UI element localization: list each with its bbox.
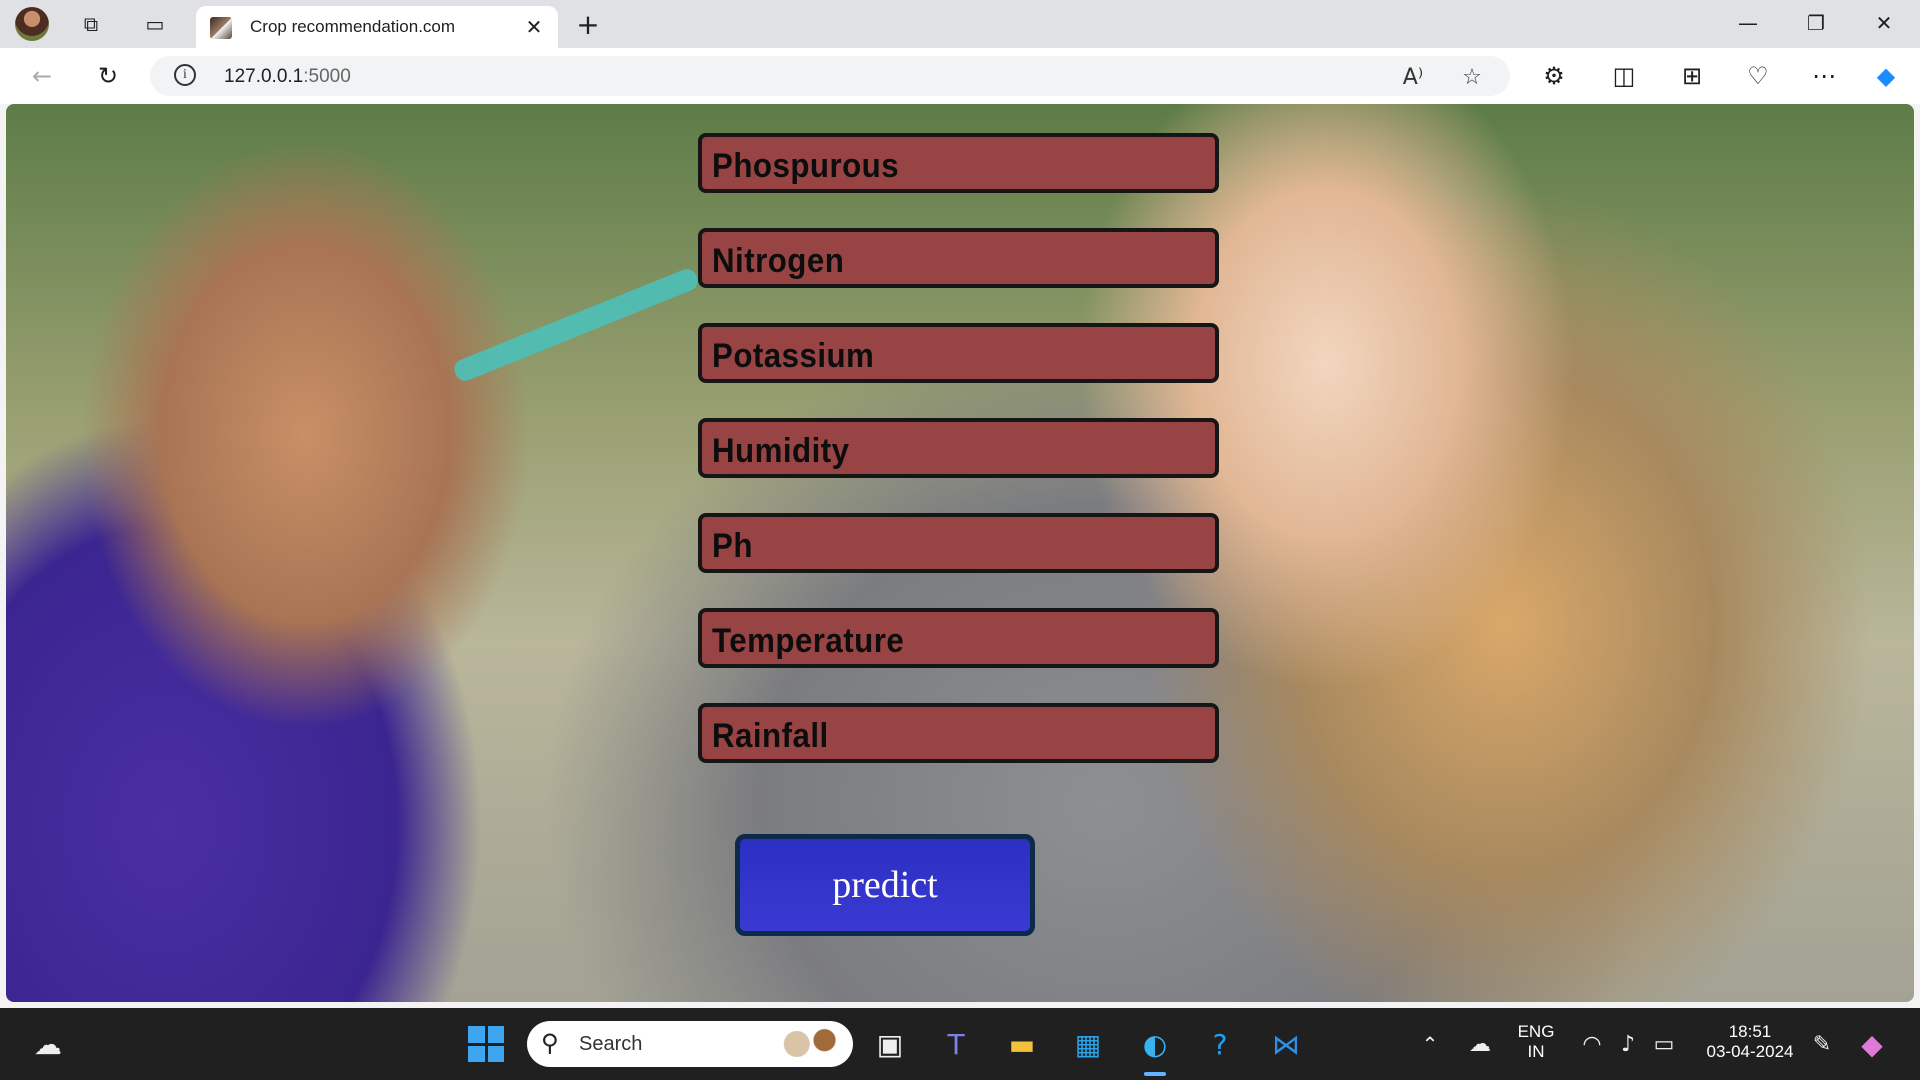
- task-view-icon[interactable]: ▣: [866, 1020, 914, 1068]
- edge-active-indicator: [1144, 1072, 1166, 1076]
- address-port: :5000: [303, 66, 351, 87]
- workspaces-icon[interactable]: ⧉: [74, 7, 108, 41]
- notifications-icon[interactable]: ✎: [1798, 1020, 1846, 1068]
- page-viewport: Phospurous Nitrogen Potassium Humidity P…: [6, 104, 1914, 1002]
- tab-close-icon[interactable]: ✕: [520, 13, 548, 41]
- close-window-button[interactable]: ✕: [1850, 0, 1918, 46]
- taskbar-search-label: Search: [579, 1033, 643, 1055]
- start-menu-icon[interactable]: [468, 1026, 504, 1062]
- collections-icon[interactable]: ⊞: [1674, 58, 1710, 94]
- search-highlight-image: [777, 1025, 843, 1063]
- onedrive-icon[interactable]: ☁: [1456, 1020, 1504, 1068]
- potassium-field[interactable]: Potassium: [698, 323, 1219, 383]
- browser-essentials-icon[interactable]: ♡: [1740, 58, 1776, 94]
- restore-button[interactable]: ❐: [1782, 0, 1850, 46]
- address-bar[interactable]: i 127.0.0.1:5000 A⁾ ☆: [150, 56, 1510, 96]
- site-info-icon[interactable]: i: [174, 64, 196, 86]
- address-host: 127.0.0.1: [224, 66, 304, 87]
- rainfall-label: Rainfall: [712, 717, 829, 755]
- tab-actions-icon[interactable]: ▭: [138, 7, 172, 41]
- settings-more-icon[interactable]: ⋯: [1806, 58, 1842, 94]
- rainfall-field[interactable]: Rainfall: [698, 703, 1219, 763]
- battery-icon[interactable]: ▭: [1640, 1020, 1688, 1068]
- edge-icon[interactable]: ◐: [1131, 1020, 1179, 1068]
- nitrogen-field[interactable]: Nitrogen: [698, 228, 1219, 288]
- background-photo-detail: [451, 266, 701, 384]
- weather-widget-icon[interactable]: ☁: [24, 1020, 72, 1068]
- show-hidden-icons-chevron-icon[interactable]: ⌃: [1406, 1020, 1454, 1068]
- copilot-pre-icon[interactable]: ◆: [1848, 1020, 1896, 1068]
- help-icon[interactable]: ?: [1196, 1020, 1244, 1068]
- file-explorer-icon[interactable]: ▬: [998, 1020, 1046, 1068]
- taskbar-search-box[interactable]: ⚲ Search: [527, 1021, 853, 1067]
- minimize-button[interactable]: —: [1714, 0, 1782, 46]
- tab-title: Crop recommendation.com: [250, 17, 456, 36]
- temperature-field[interactable]: Temperature: [698, 608, 1219, 668]
- ph-field[interactable]: Ph: [698, 513, 1219, 573]
- language-region: IN: [1527, 1042, 1545, 1061]
- refresh-icon[interactable]: ↻: [90, 58, 126, 94]
- new-tab-button[interactable]: +: [570, 6, 606, 42]
- language-indicator[interactable]: ENG IN: [1508, 1022, 1564, 1062]
- favorite-star-icon[interactable]: ☆: [1457, 62, 1487, 92]
- vscode-icon[interactable]: ⋈: [1262, 1020, 1310, 1068]
- myhp-icon[interactable]: ▦: [1064, 1020, 1112, 1068]
- clock[interactable]: 18:51 03-04-2024: [1690, 1022, 1810, 1062]
- tab-favicon-icon: [210, 17, 232, 39]
- extensions-icon[interactable]: ⚙: [1536, 58, 1572, 94]
- predict-button[interactable]: predict: [735, 834, 1035, 936]
- browser-titlebar: ⧉ ▭ Crop recommendation.com ✕ + — ❐ ✕: [0, 0, 1920, 48]
- humidity-field[interactable]: Humidity: [698, 418, 1219, 478]
- humidity-label: Humidity: [712, 432, 850, 470]
- browser-navbar: ← ↻ i 127.0.0.1:5000 A⁾ ☆ ⚙ ◫ ⊞ ♡ ⋯ ◆: [0, 48, 1920, 104]
- copilot-icon[interactable]: ◆: [1868, 58, 1904, 94]
- phosphorus-label: Phospurous: [712, 147, 900, 185]
- temperature-label: Temperature: [712, 622, 905, 660]
- address-url[interactable]: 127.0.0.1:5000: [224, 66, 351, 88]
- read-aloud-icon[interactable]: A⁾: [1398, 62, 1428, 92]
- language-code: ENG: [1517, 1022, 1555, 1041]
- split-screen-icon[interactable]: ◫: [1606, 58, 1642, 94]
- profile-avatar[interactable]: [15, 7, 49, 41]
- potassium-label: Potassium: [712, 337, 875, 375]
- nitrogen-label: Nitrogen: [712, 242, 845, 280]
- clock-time: 18:51: [1728, 1022, 1772, 1041]
- windows-taskbar: ☁ ⚲ Search ▣ T ▬ ▦ ◐ ? ⋈ ⌃ ☁ ENG IN ◠ ♪ …: [0, 1008, 1920, 1080]
- search-icon: ⚲: [541, 1029, 559, 1057]
- ph-label: Ph: [712, 527, 753, 565]
- clock-date: 03-04-2024: [1706, 1042, 1794, 1061]
- phosphorus-field[interactable]: Phospurous: [698, 133, 1219, 193]
- back-arrow-icon[interactable]: ←: [24, 58, 60, 94]
- teams-icon[interactable]: T: [932, 1020, 980, 1068]
- tab-crop-recommendation[interactable]: Crop recommendation.com ✕: [196, 6, 558, 48]
